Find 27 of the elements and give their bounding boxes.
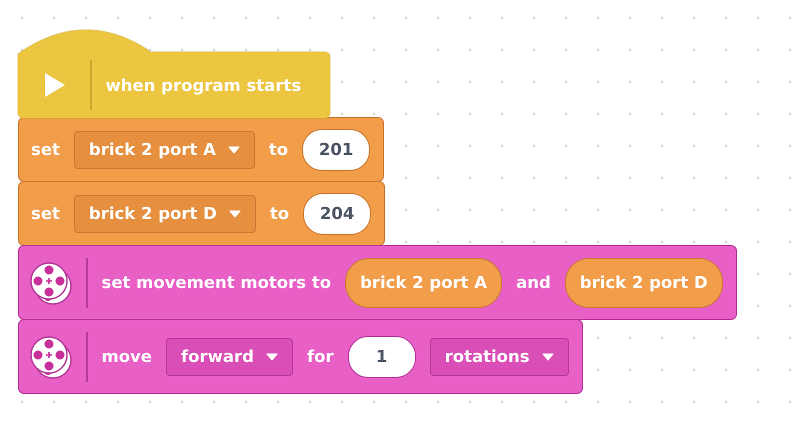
block-label: move (102, 347, 152, 366)
block-label: set movement motors to (102, 273, 332, 292)
block-label: when program starts (106, 76, 302, 94)
number-input[interactable]: 1 (348, 336, 416, 378)
port-reporter[interactable]: brick 2 port D (564, 258, 723, 308)
caret-icon (542, 352, 554, 360)
dropdown[interactable]: brick 2 port D (74, 194, 256, 232)
dropdown[interactable]: rotations (430, 338, 569, 376)
motor-block[interactable]: set movement motors to brick 2 port A and brick 2 port D (18, 245, 737, 320)
number-input[interactable]: 204 (303, 192, 372, 234)
block-label: to (270, 204, 290, 223)
block-label: set (31, 140, 60, 159)
caret-icon (228, 210, 241, 218)
variable-block[interactable]: set brick 2 port A to 201 (18, 117, 384, 182)
block-label: for (306, 347, 334, 366)
number-input[interactable]: 201 (302, 128, 370, 170)
caret-icon (266, 352, 278, 360)
block-label: to (268, 140, 288, 159)
block-label: set (31, 204, 60, 223)
block-label: and (516, 273, 551, 292)
play-icon (44, 72, 66, 98)
motor-block[interactable]: move forward for 1 rotations (18, 319, 583, 394)
caret-icon (228, 146, 240, 154)
port-reporter[interactable]: brick 2 port A (345, 258, 502, 308)
dropdown[interactable]: forward (166, 338, 293, 376)
variable-block[interactable]: set brick 2 port D to 204 (18, 181, 386, 246)
dropdown[interactable]: brick 2 port A (74, 130, 255, 168)
